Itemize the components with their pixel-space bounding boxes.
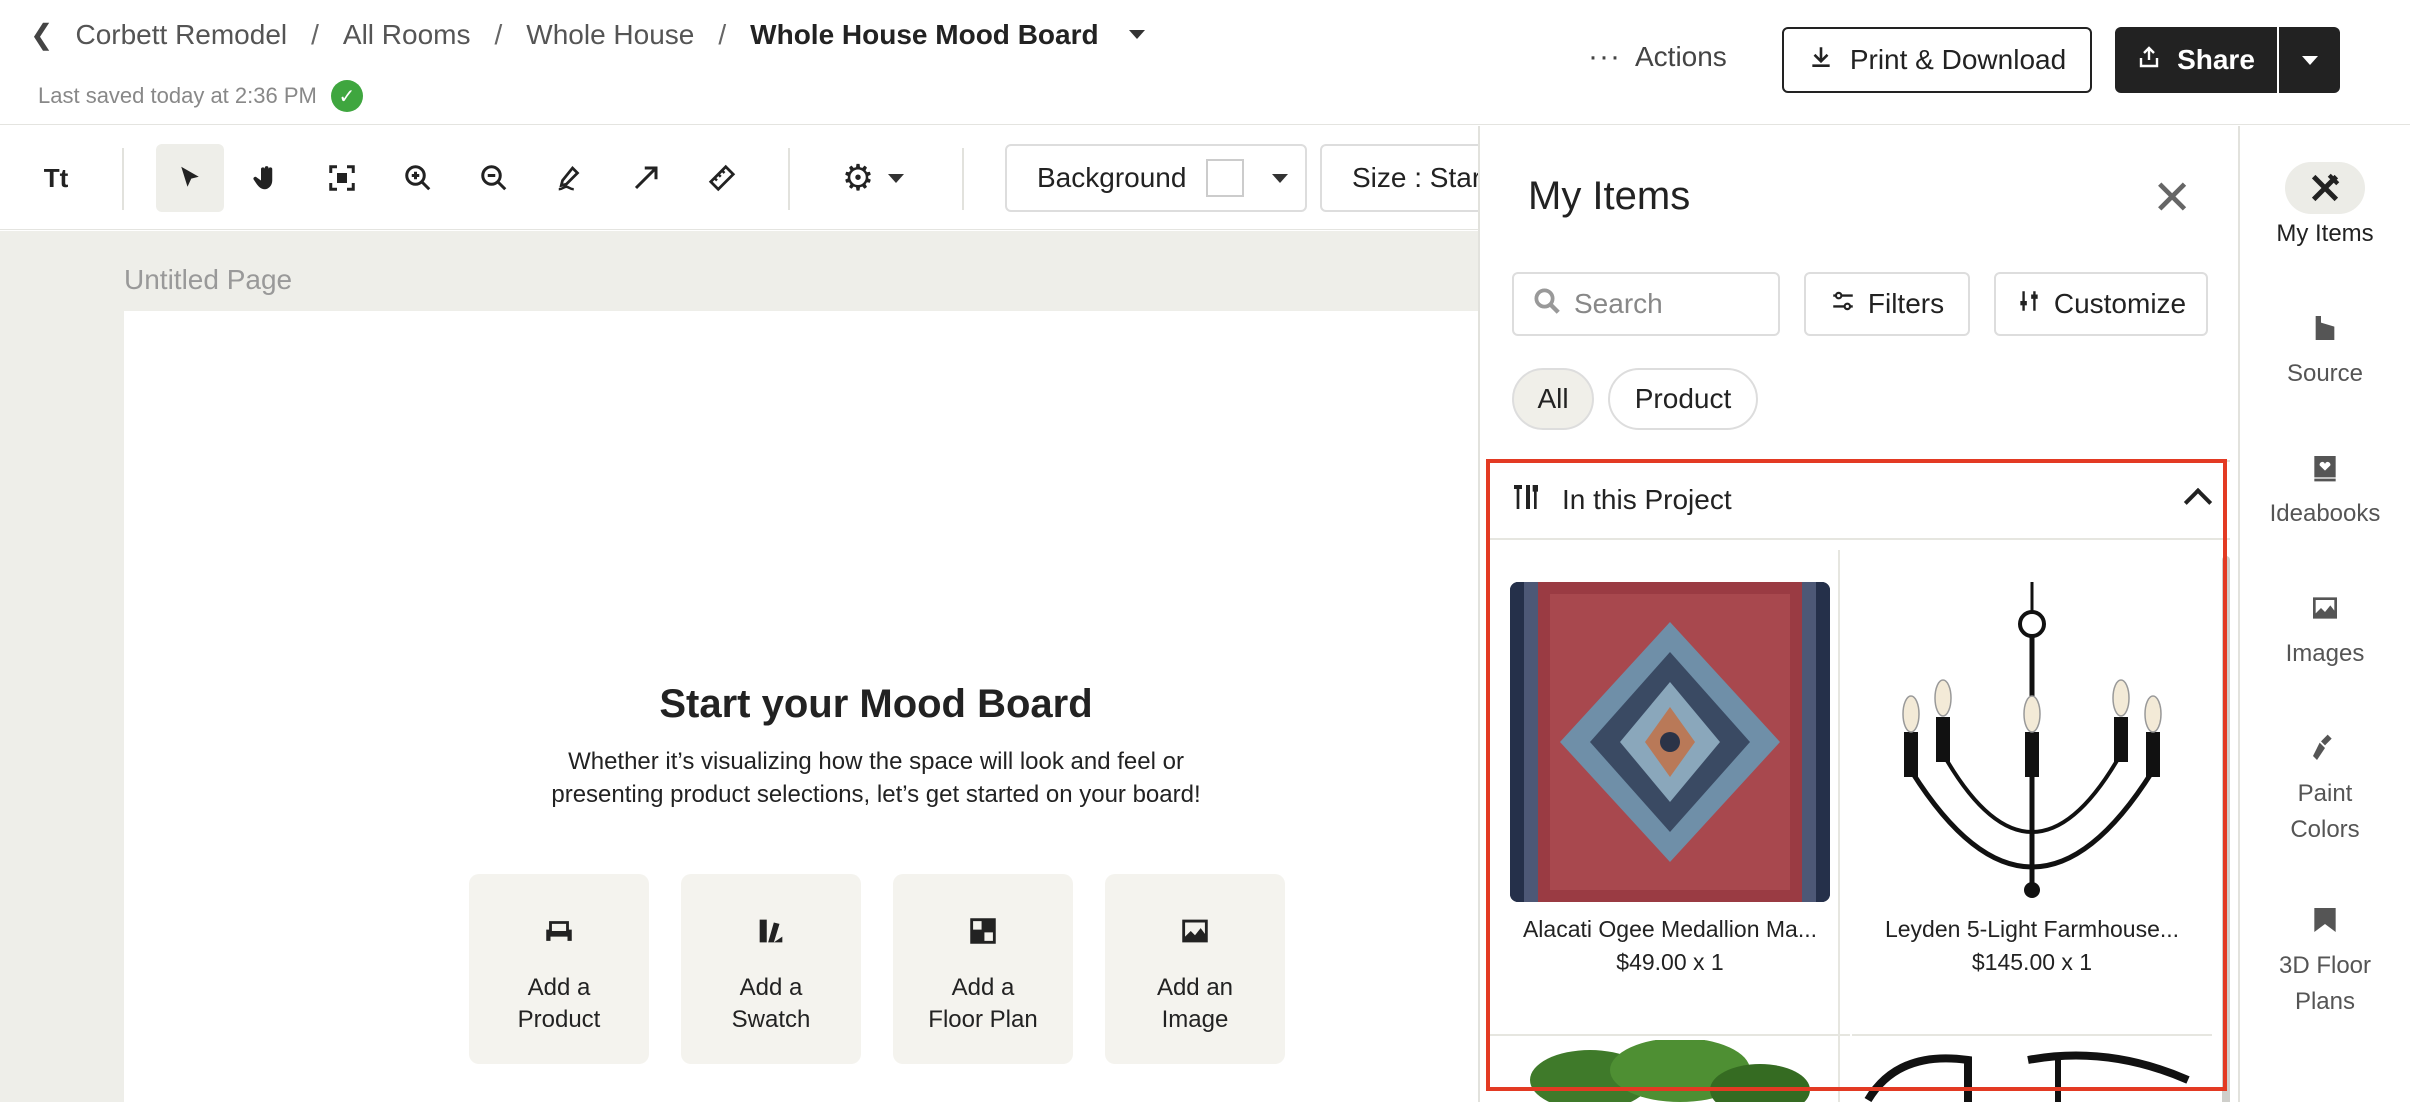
- chevron-down-icon: [2301, 55, 2318, 65]
- check-circle-icon: ✓: [330, 80, 363, 112]
- source-icon: [2285, 302, 2365, 354]
- breadcrumb-separator: /: [718, 18, 727, 50]
- zoom-out-icon[interactable]: [460, 144, 528, 212]
- add-swatch-line1: Add a: [739, 974, 803, 1001]
- breadcrumb-all-rooms[interactable]: All Rooms: [343, 19, 471, 51]
- size-label: Size : Star: [1352, 162, 1482, 193]
- save-status: Last saved today at 2:36 PM ✓: [38, 80, 363, 112]
- floor-plan-icon: [966, 914, 1000, 956]
- add-image-line2: Image: [1161, 1006, 1229, 1033]
- background-select[interactable]: Background: [1005, 144, 1307, 212]
- highlight-in-this-project: [1486, 459, 2227, 1091]
- filters-button[interactable]: Filters: [1804, 272, 1970, 336]
- floor-plan-3d-icon: [2285, 894, 2365, 946]
- fit-screen-icon[interactable]: [308, 144, 376, 212]
- rail-label: Colors: [2290, 816, 2360, 843]
- add-floor-plan-line2: Floor Plan: [928, 1006, 1038, 1033]
- rail-label: Ideabooks: [2269, 500, 2381, 527]
- breadcrumb-separator: /: [494, 18, 503, 50]
- share-label: Share: [2177, 44, 2255, 75]
- add-image-line1: Add an: [1156, 974, 1234, 1001]
- filters-label: Filters: [1867, 288, 1945, 319]
- pan-hand-icon[interactable]: [232, 144, 300, 212]
- text-tool-icon[interactable]: Tt: [22, 144, 90, 212]
- adjust-vertical-icon: [2016, 288, 2042, 321]
- swatch-icon: [754, 914, 788, 956]
- canvas-toolbar: Tt ⚙ Background Size : Star: [0, 126, 1520, 230]
- settings-gear-icon[interactable]: ⚙: [828, 144, 918, 212]
- chevron-down-icon: [888, 173, 905, 183]
- add-floor-plan-card[interactable]: Add a Floor Plan: [893, 874, 1073, 1064]
- share-options-button[interactable]: [2279, 27, 2340, 93]
- image-icon: [2285, 582, 2365, 634]
- rail-label: Plans: [2294, 988, 2356, 1015]
- chip-product[interactable]: Product: [1608, 368, 1758, 430]
- toolbar-divider: [122, 148, 124, 210]
- search-placeholder: Search: [1574, 288, 1663, 319]
- actions-button[interactable]: ··· Actions: [1588, 40, 1727, 74]
- actions-label: Actions: [1634, 41, 1727, 72]
- toolbar-divider: [962, 148, 964, 210]
- rail-images[interactable]: Images: [2240, 582, 2410, 670]
- chevron-down-icon[interactable]: [1128, 30, 1145, 39]
- more-dots-icon: ···: [1588, 40, 1621, 73]
- paintbrush-icon: [2285, 722, 2365, 774]
- share-button[interactable]: Share: [2115, 27, 2277, 93]
- pen-draw-icon[interactable]: [536, 144, 604, 212]
- add-product-line2: Product: [517, 1006, 601, 1033]
- add-product-line1: Add a: [527, 974, 591, 1001]
- rail-label: Paint: [2297, 780, 2353, 807]
- background-color-swatch: [1206, 159, 1245, 197]
- zoom-in-icon[interactable]: [384, 144, 452, 212]
- rail-label: My Items: [2276, 220, 2374, 247]
- customize-button[interactable]: Customize: [1994, 272, 2208, 336]
- background-label: Background: [1037, 162, 1187, 193]
- page-label[interactable]: Untitled Page: [124, 264, 292, 296]
- board-title: Whole House Mood Board: [750, 18, 1099, 50]
- rail-ideabooks[interactable]: Ideabooks: [2240, 442, 2410, 530]
- search-input[interactable]: Search: [1512, 272, 1780, 336]
- search-icon: [1532, 286, 1562, 323]
- share-upload-icon: [2137, 45, 2161, 76]
- add-floor-plan-line1: Add a: [951, 974, 1015, 1001]
- print-download-button[interactable]: Print & Download: [1782, 27, 2092, 93]
- rail-my-items[interactable]: My Items: [2240, 162, 2410, 250]
- chip-all[interactable]: All: [1512, 368, 1594, 430]
- rail-paint-colors[interactable]: Paint Colors: [2240, 722, 2410, 846]
- download-icon: [1808, 44, 1834, 77]
- rail-source[interactable]: Source: [2240, 302, 2410, 390]
- panel-title: My Items: [1528, 174, 1691, 218]
- save-status-text: Last saved today at 2:36 PM: [38, 83, 317, 108]
- breadcrumb-corbett-remodel[interactable]: Corbett Remodel: [75, 19, 287, 51]
- rail-label: Source: [2286, 360, 2364, 387]
- arrow-line-icon[interactable]: [612, 144, 680, 212]
- close-icon[interactable]: ✕: [2152, 170, 2192, 226]
- select-arrow-icon[interactable]: [156, 144, 224, 212]
- sliders-icon: [1830, 288, 1856, 321]
- image-icon: [1178, 914, 1212, 956]
- add-product-card[interactable]: Add a Product: [469, 874, 649, 1064]
- print-download-label: Print & Download: [1849, 44, 2067, 75]
- add-swatch-card[interactable]: Add a Swatch: [681, 874, 861, 1064]
- breadcrumb-whole-house[interactable]: Whole House: [526, 19, 694, 51]
- ideabook-icon: [2285, 442, 2365, 494]
- customize-label: Customize: [2053, 288, 2187, 319]
- header: ❮ Corbett Remodel / All Rooms / Whole Ho…: [0, 0, 2410, 125]
- add-swatch-line2: Swatch: [731, 1006, 811, 1033]
- breadcrumb: ❮ Corbett Remodel / All Rooms / Whole Ho…: [30, 18, 1145, 51]
- pencil-ruler-icon: [2285, 162, 2365, 214]
- add-image-card[interactable]: Add an Image: [1105, 874, 1285, 1064]
- measure-ruler-icon[interactable]: [688, 144, 756, 212]
- rail-label: 3D Floor: [2278, 952, 2372, 979]
- rail-3d-floor-plans[interactable]: 3D Floor Plans: [2240, 894, 2410, 1018]
- armchair-icon: [542, 914, 576, 956]
- chevron-left-icon[interactable]: ❮: [30, 18, 53, 51]
- toolbar-divider: [788, 148, 790, 210]
- right-rail: My Items Source Ideabooks Images Paint C…: [2240, 126, 2410, 1102]
- breadcrumb-separator: /: [311, 18, 319, 50]
- chevron-down-icon: [1272, 173, 1289, 183]
- rail-label: Images: [2285, 640, 2365, 667]
